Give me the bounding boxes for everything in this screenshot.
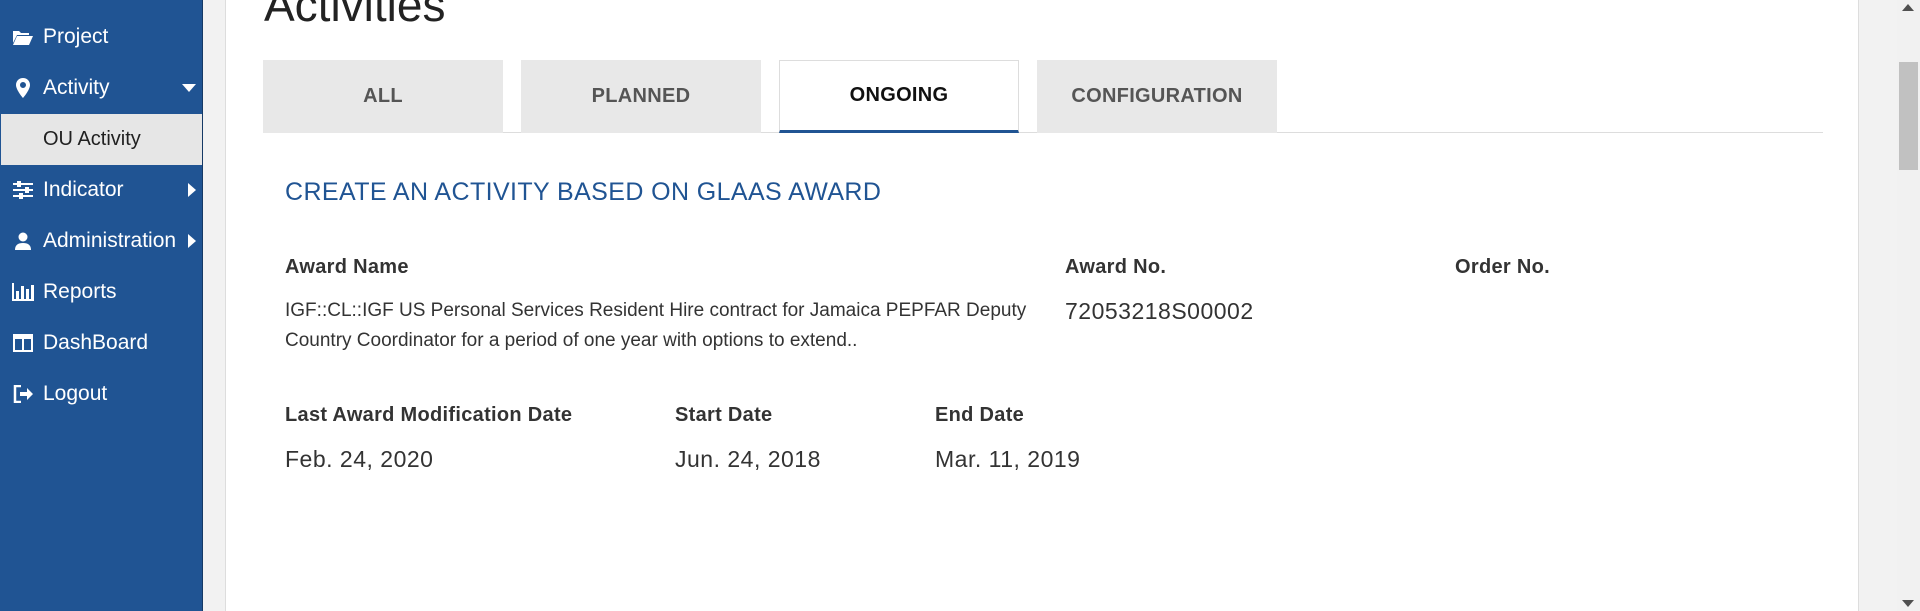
user-icon — [10, 232, 36, 250]
award-name-label: Award Name — [285, 256, 409, 278]
sidebar-item-label: Logout — [43, 382, 108, 405]
sidebar-item-logout[interactable]: Logout — [0, 369, 202, 419]
section-title: CREATE AN ACTIVITY BASED ON GLAAS AWARD — [285, 178, 882, 206]
scrollbar-thumb[interactable] — [1899, 62, 1918, 170]
sidebar-subitem-ou-activity[interactable]: OU Activity — [1, 114, 202, 165]
last-modification-date-label: Last Award Modification Date — [285, 404, 573, 426]
caret-right-icon — [188, 234, 196, 248]
sidebar-item-project[interactable]: Project — [0, 12, 202, 62]
sidebar-item-administration[interactable]: Administration — [0, 216, 202, 266]
tab-all[interactable]: ALL — [263, 60, 503, 133]
award-number-value: 72053218S00002 — [1065, 298, 1254, 324]
sliders-icon — [10, 181, 36, 199]
sidebar-item-label: Reports — [43, 280, 117, 303]
sidebar-item-label: Indicator — [43, 178, 124, 201]
tab-configuration[interactable]: CONFIGURATION — [1037, 60, 1277, 133]
sidebar-item-activity[interactable]: Activity — [0, 63, 202, 113]
last-modification-date-value: Feb. 24, 2020 — [285, 446, 434, 472]
tab-ongoing[interactable]: ONGOING — [779, 60, 1019, 133]
sidebar-item-reports[interactable]: Reports — [0, 267, 202, 317]
sign-out-icon — [10, 385, 36, 403]
sidebar-item-dashboard[interactable]: DashBoard — [0, 318, 202, 368]
award-number-label: Award No. — [1065, 256, 1167, 278]
sidebar-item-label: DashBoard — [43, 331, 149, 354]
sidebar-item-label: Administration — [43, 229, 177, 252]
start-date-value: Jun. 24, 2018 — [675, 446, 821, 472]
page-title: Activities — [264, 0, 446, 31]
tab-bar: ALL PLANNED ONGOING CONFIGURATION — [263, 60, 1823, 133]
bar-chart-icon — [10, 283, 36, 301]
columns-icon — [10, 334, 36, 352]
scroll-up-arrow-icon[interactable] — [1902, 4, 1914, 11]
award-name-value: IGF::CL::IGF US Personal Services Reside… — [285, 300, 1027, 351]
sidebar-item-label: Activity — [43, 76, 110, 99]
main-content: Activities ALL PLANNED ONGOING CONFIGURA… — [225, 0, 1859, 611]
sidebar-item-indicator[interactable]: Indicator — [0, 165, 202, 215]
sidebar: Project Activity OU Activity Indicator A… — [0, 0, 203, 611]
end-date-value: Mar. 11, 2019 — [935, 446, 1081, 472]
folder-open-icon — [10, 28, 36, 46]
sidebar-item-label: Project — [43, 25, 109, 48]
end-date-label: End Date — [935, 404, 1025, 426]
caret-right-icon — [188, 183, 196, 197]
caret-down-icon — [182, 84, 196, 92]
tab-planned[interactable]: PLANNED — [521, 60, 761, 133]
map-marker-icon — [10, 78, 36, 98]
order-number-label: Order No. — [1455, 256, 1550, 278]
scroll-down-arrow-icon[interactable] — [1902, 600, 1914, 607]
start-date-label: Start Date — [675, 404, 773, 426]
vertical-scrollbar[interactable] — [1897, 0, 1920, 611]
